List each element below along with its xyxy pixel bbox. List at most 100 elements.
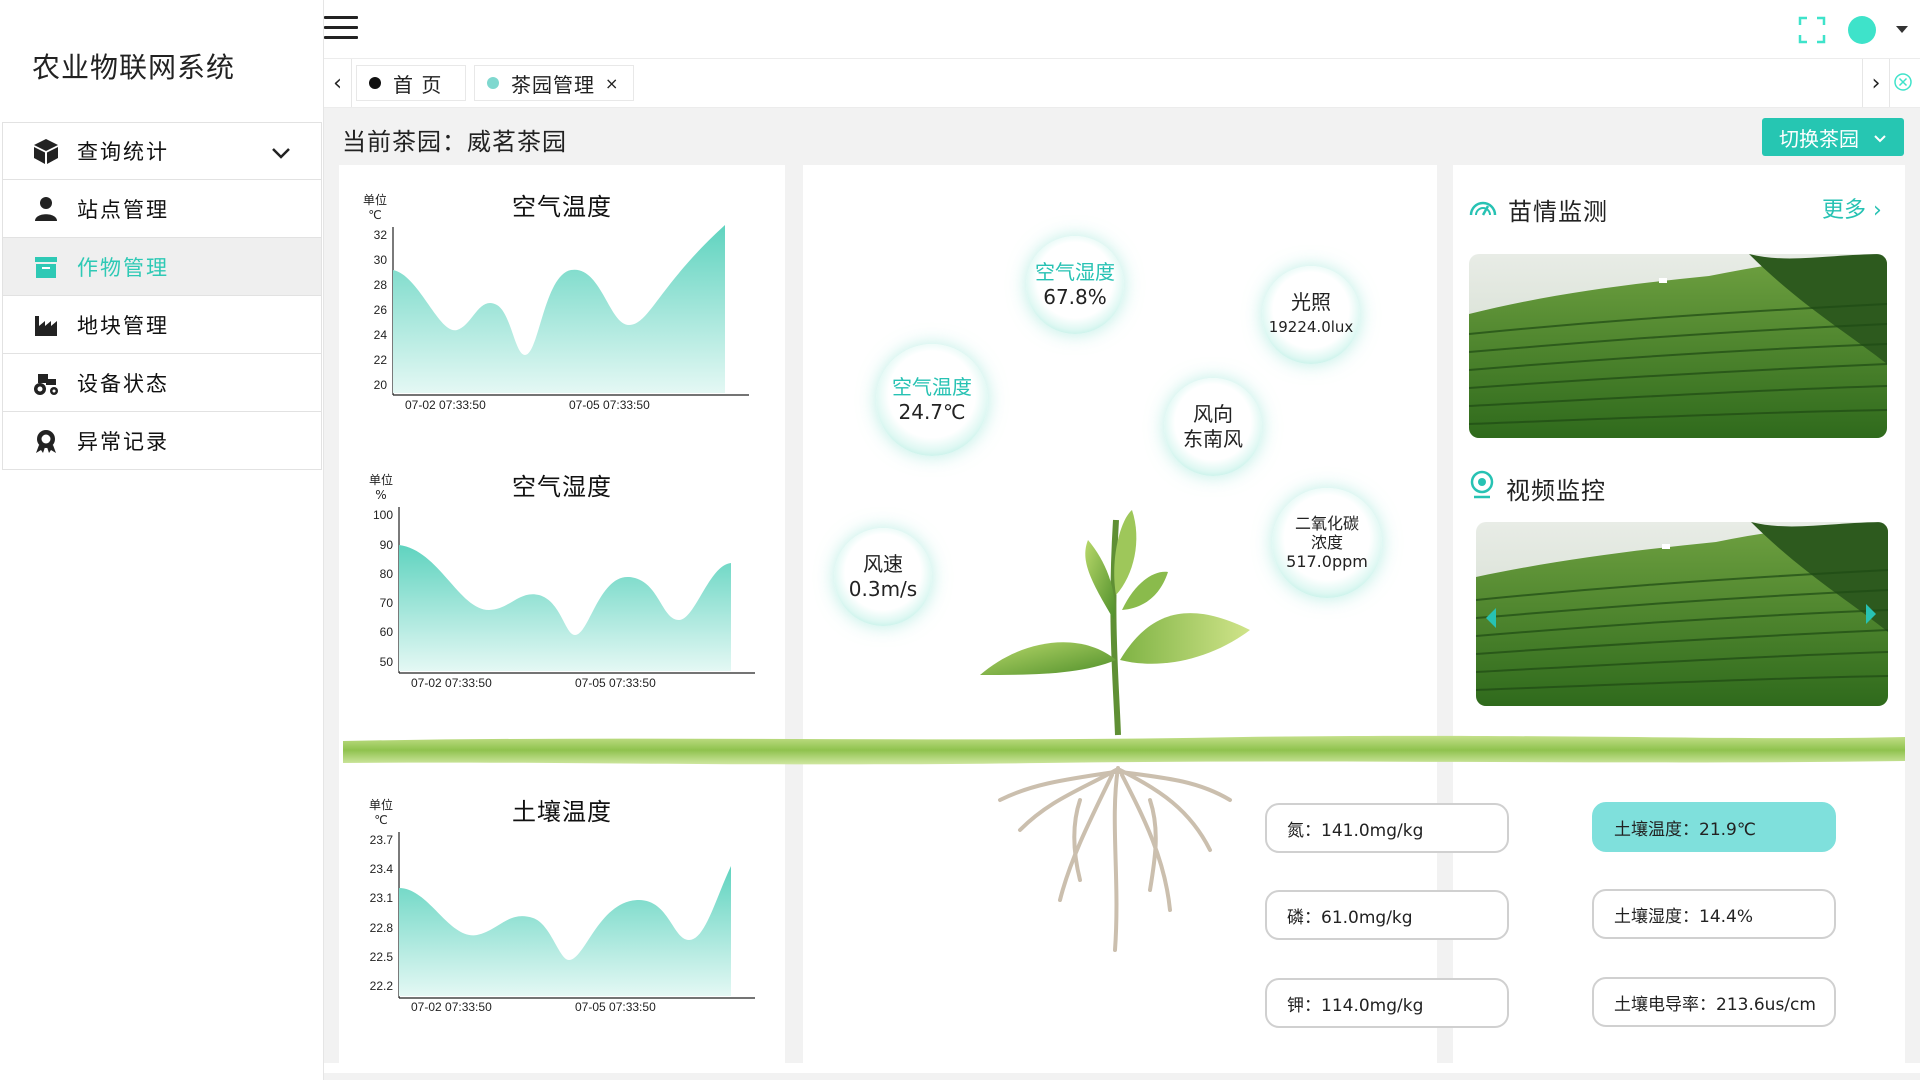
tab-dot [369, 77, 381, 89]
bubble-value: 517.0ppm [1286, 552, 1368, 571]
tab-home[interactable]: 首 页 [356, 65, 466, 101]
co2-bubble: 二氧化碳 浓度 517.0ppm [1272, 488, 1382, 598]
y-tick: 22.8 [370, 921, 394, 935]
more-link-text: 更多 [1822, 198, 1867, 223]
soil-humidity-reading: 土壤湿度：14.4% [1592, 889, 1836, 939]
sidebar-item-label: 设备状态 [77, 371, 169, 396]
cube-icon [31, 136, 61, 166]
tractor-icon [31, 368, 61, 398]
wind-direction-bubble: 风向 东南风 [1164, 378, 1262, 476]
sidebar-item-label: 作物管理 [77, 255, 169, 280]
y-tick: 22 [374, 353, 388, 367]
air-humidity-bubble: 空气湿度 67.8% [1026, 236, 1124, 334]
bubble-label: 二氧化碳 [1294, 514, 1359, 533]
page-title: 当前茶园：威茗茶园 [342, 122, 567, 157]
video-feed[interactable] [1476, 522, 1888, 706]
y-tick: 32 [374, 228, 388, 242]
chart-plot: 32 30 28 26 24 22 20 07-02 07:33:50 07-0… [374, 225, 749, 412]
fullscreen-icon[interactable] [1798, 16, 1826, 44]
chevron-right-icon: › [1866, 198, 1882, 223]
factory-icon [31, 310, 61, 340]
y-tick: 80 [380, 567, 394, 581]
bubble-label: 空气湿度 [1035, 260, 1115, 284]
footer-strip [324, 1063, 1920, 1073]
sidebar-item-station[interactable]: 站点管理 [2, 180, 322, 238]
garden-prefix: 当前茶园： [342, 128, 467, 156]
sidebar-item-crop[interactable]: 作物管理 [2, 238, 322, 296]
user-icon [31, 194, 61, 224]
y-tick: 26 [374, 303, 388, 317]
x-tick: 07-02 07:33:50 [411, 676, 492, 690]
chart-plot: 23.7 23.4 23.1 22.8 22.5 22.2 07-02 07:3… [370, 832, 755, 1014]
plant-illustration [980, 510, 1250, 952]
soil-ec-reading: 土壤电导率：213.6us/cm [1592, 977, 1836, 1027]
x-tick: 07-05 07:33:50 [575, 676, 656, 690]
wind-speed-bubble: 风速 0.3m/s [834, 528, 932, 626]
close-icon[interactable]: × [605, 74, 619, 93]
tabs-bar: ‹ 首 页 茶园管理 × › [324, 58, 1920, 108]
video-next-icon[interactable] [1864, 602, 1878, 630]
potassium-reading: 钾：114.0mg/kg [1265, 978, 1509, 1028]
y-tick: 70 [380, 596, 394, 610]
x-tick: 07-05 07:33:50 [575, 1000, 656, 1014]
y-tick: 24 [374, 328, 388, 342]
soil-temp-chart: 土壤温度 单位 ℃ 23.7 23.4 23.1 22.8 22.5 22.2 0… [339, 770, 785, 1020]
sidebar-item-label: 地块管理 [77, 313, 169, 338]
bubble-value: 东南风 [1183, 427, 1243, 451]
switch-garden-label: 切换茶园 [1779, 126, 1859, 151]
y-tick: 28 [374, 278, 388, 292]
caret-down-icon[interactable] [1896, 26, 1908, 33]
light-bubble: 光照 19224.0lux [1262, 266, 1360, 364]
area-series [393, 225, 725, 393]
sidebar-item-alarm[interactable]: 异常记录 [2, 412, 322, 470]
y-tick: 30 [374, 253, 388, 267]
y-tick: 20 [374, 378, 388, 392]
camera-icon [1468, 470, 1496, 506]
bubble-value: 19224.0lux [1268, 318, 1354, 336]
bubble-value: 24.7℃ [898, 400, 966, 424]
chevron-down-icon [271, 141, 291, 165]
air-temp-chart: 空气温度 单位 ℃ 32 30 28 26 24 22 20 07-02 07:3… [339, 165, 785, 415]
y-tick: 50 [380, 655, 394, 669]
y-tick: 22.2 [370, 979, 394, 993]
switch-garden-button[interactable]: 切换茶园 [1762, 118, 1904, 156]
bubble-label: 风向 [1193, 402, 1233, 426]
more-link[interactable]: 更多 › [1822, 192, 1882, 224]
x-tick: 07-02 07:33:50 [405, 398, 486, 412]
y-tick: 90 [380, 538, 394, 552]
y-tick: 23.7 [370, 833, 394, 847]
x-tick: 07-02 07:33:50 [411, 1000, 492, 1014]
y-tick: 60 [380, 625, 394, 639]
video-monitor-title: 视频监控 [1468, 470, 1606, 506]
close-all-icon[interactable] [1892, 71, 1916, 95]
sidebar-item-query-stats[interactable]: 查询统计 [2, 122, 322, 180]
x-tick: 07-05 07:33:50 [569, 398, 650, 412]
y-tick: 22.5 [370, 950, 394, 964]
sidebar-item-label: 站点管理 [77, 197, 169, 222]
avatar[interactable] [1848, 16, 1876, 44]
sidebar-item-label: 查询统计 [77, 140, 169, 164]
sidebar-item-device[interactable]: 设备状态 [2, 354, 322, 412]
chevron-down-icon [1873, 125, 1887, 149]
folder-icon [31, 252, 61, 282]
section-title-text: 苗情监测 [1508, 198, 1608, 226]
sidebar-item-plot[interactable]: 地块管理 [2, 296, 322, 354]
y-tick: 23.1 [370, 891, 394, 905]
sidebar-menu: 查询统计 站点管理 作物管理 地块管理 设备状态 异常记录 [2, 122, 322, 470]
badge-icon [31, 426, 61, 456]
growth-photo[interactable] [1469, 254, 1887, 438]
air-temp-bubble: 空气温度 24.7℃ [876, 344, 988, 456]
video-prev-icon[interactable] [1484, 606, 1498, 634]
soil-temp-reading: 土壤温度：21.9℃ [1592, 802, 1836, 852]
tab-tea-garden[interactable]: 茶园管理 × [474, 65, 634, 101]
bubble-label: 浓度 [1310, 533, 1343, 552]
bubble-label: 风速 [863, 552, 903, 576]
garden-name: 威茗茶园 [467, 128, 567, 156]
chart-plot: 100 90 80 70 60 50 07-02 07:33:50 07-05 … [373, 507, 755, 690]
growth-monitor-title: 苗情监测 [1468, 192, 1608, 227]
chevron-left-icon[interactable]: ‹ [324, 59, 352, 107]
sidebar-item-label: 异常记录 [77, 429, 169, 454]
menu-toggle-icon[interactable] [324, 16, 358, 42]
air-humidity-chart: 空气湿度 单位% 100 90 80 70 60 50 07-02 07:33:… [339, 445, 785, 695]
chevron-right-icon[interactable]: › [1862, 59, 1890, 107]
